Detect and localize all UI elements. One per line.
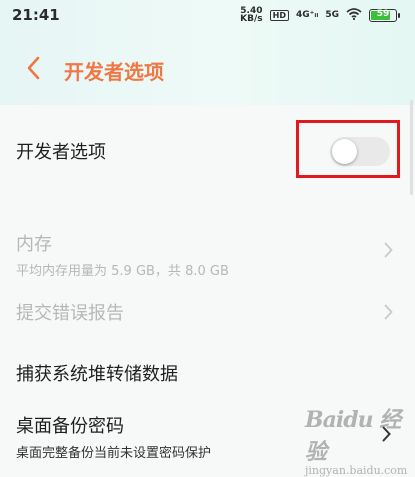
wifi-icon [346,7,362,23]
bug-report-title: 提交错误报告 [16,303,124,324]
page-title: 开发者选项 [64,59,164,84]
developer-options-toggle[interactable] [330,137,390,166]
chevron-right-icon [384,304,393,324]
signal-4g-icon: 4G⁺ᵢₗ [295,10,319,20]
back-button[interactable] [6,45,60,95]
watermark: Baidu 经验 jingyan.baidu.com [305,402,415,477]
chevron-right-icon [384,242,393,262]
status-bar: 21:41 5.40 KB/s HD 4G⁺ᵢₗ 5G 59 [0,0,415,30]
heap-dump-row[interactable]: 捕获系统堆转储数据 [0,360,415,386]
heap-dump-title: 捕获系统堆转储数据 [16,364,178,385]
signal-5g-icon: 5G [325,10,339,20]
memory-subtitle: 平均内存用量为 5.9 GB，共 8.0 GB [16,264,229,279]
network-speed: 5.40 KB/s [240,6,263,24]
toggle-knob [332,139,357,164]
memory-title: 内存 [16,234,52,255]
memory-row[interactable]: 内存 平均内存用量为 5.9 GB，共 8.0 GB [0,230,415,279]
status-time: 21:41 [12,6,60,24]
bug-report-row[interactable]: 提交错误报告 [0,299,415,325]
battery-icon: 59 [369,8,400,22]
chevron-left-icon [26,56,40,84]
watermark-url: jingyan.baidu.com [305,464,408,477]
app-header: 开发者选项 [0,45,415,95]
baidu-logo: Baidu 经验 [305,407,401,465]
hd-icon: HD [269,9,289,21]
status-icons: 5.40 KB/s HD 4G⁺ᵢₗ 5G 59 [240,6,400,24]
